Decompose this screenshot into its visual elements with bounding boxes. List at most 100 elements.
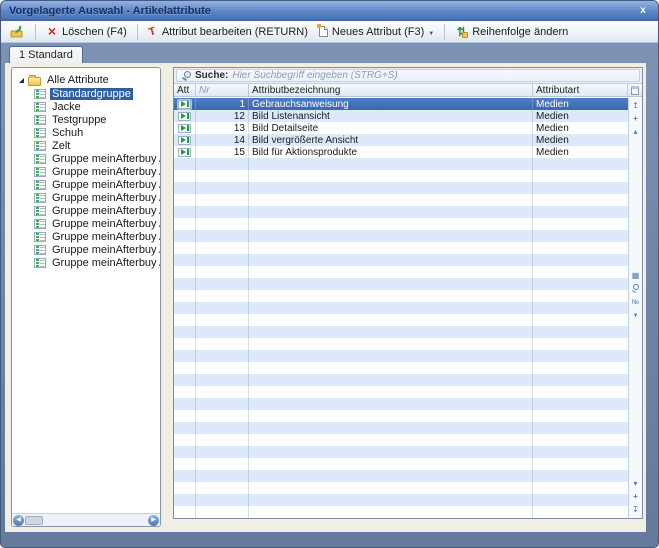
column-header-attributart[interactable]: Attributart — [533, 84, 628, 96]
search-input[interactable]: Suche: Hier Suchbegriff eingeben (STRG+S… — [176, 69, 640, 82]
tree-item[interactable]: Testgruppe — [12, 113, 160, 126]
table-row[interactable] — [174, 398, 628, 410]
tree-item[interactable]: Gruppe meinAfterbuy ART00073 — [12, 152, 160, 165]
table-row[interactable] — [174, 482, 628, 494]
attribute-type-cell — [174, 362, 196, 374]
table-row[interactable] — [174, 386, 628, 398]
scroll-to-top-icon[interactable] — [630, 100, 642, 112]
table-row[interactable] — [174, 266, 628, 278]
table-row[interactable] — [174, 254, 628, 266]
table-row[interactable]: 15Bild für AktionsprodukteMedien — [174, 146, 628, 158]
attribute-type-cell — [174, 434, 196, 446]
tree-item[interactable]: Jacke — [12, 100, 160, 113]
tree-item-label: Gruppe meinAfterbuy ART00082 — [50, 257, 160, 269]
attributbezeichnung-cell — [249, 278, 533, 290]
table-row[interactable]: 12Bild ListenansichtMedien — [174, 110, 628, 122]
attribute-type-cell — [174, 110, 196, 122]
scroll-to-bottom-icon[interactable] — [630, 504, 642, 516]
table-row[interactable] — [174, 434, 628, 446]
tree-item[interactable]: Standardgruppe — [12, 87, 160, 100]
scroll-drag-icon[interactable] — [630, 113, 642, 125]
table-row[interactable] — [174, 242, 628, 254]
nr-cell — [196, 470, 249, 482]
attributbezeichnung-cell — [249, 386, 533, 398]
new-attribute-button[interactable]: Neues Attribut (F3) — [315, 24, 438, 40]
select-columns-icon[interactable] — [630, 270, 642, 282]
scroll-down-icon[interactable] — [630, 478, 642, 490]
scroll-right-icon[interactable]: ▶ — [148, 515, 159, 526]
attributbezeichnung-cell — [249, 458, 533, 470]
table-row[interactable]: 14Bild vergrößerte AnsichtMedien — [174, 134, 628, 146]
tree-item[interactable]: Gruppe meinAfterbuy ART00079 — [12, 217, 160, 230]
attribute-type-cell — [174, 146, 196, 158]
tree-item[interactable]: Gruppe meinAfterbuy ART00082 — [12, 256, 160, 269]
tree-item[interactable]: Gruppe meinAfterbuy ART00075 — [12, 178, 160, 191]
table-row[interactable] — [174, 410, 628, 422]
nr-cell: 14 — [196, 134, 249, 146]
table-row[interactable] — [174, 158, 628, 170]
attribute-group-icon — [34, 232, 46, 242]
close-icon[interactable]: x — [636, 4, 650, 17]
table-row[interactable] — [174, 362, 628, 374]
tree-item[interactable]: Gruppe meinAfterbuy ART00078 — [12, 204, 160, 217]
tree-horizontal-scrollbar[interactable]: ◀ ▶ — [12, 513, 160, 526]
delete-x-icon — [46, 25, 58, 39]
table-row[interactable] — [174, 290, 628, 302]
table-row[interactable] — [174, 314, 628, 326]
nr-cell: 1 — [196, 98, 249, 110]
expander-icon[interactable] — [19, 78, 24, 83]
edit-attribute-button[interactable]: Attribut bearbeiten (RETURN) — [144, 24, 312, 40]
table-row[interactable] — [174, 326, 628, 338]
scroll-drag-icon[interactable] — [630, 491, 642, 503]
table-row[interactable] — [174, 458, 628, 470]
reorder-button[interactable]: Reihenfolge ändern — [451, 23, 572, 41]
media-icon — [178, 112, 191, 121]
table-row[interactable] — [174, 182, 628, 194]
table-row[interactable] — [174, 338, 628, 350]
table-row[interactable] — [174, 218, 628, 230]
table-row[interactable] — [174, 230, 628, 242]
table-row[interactable] — [174, 506, 628, 518]
dialog-window: Vorgelagerte Auswahl - Artikelattribute … — [0, 0, 659, 548]
table-row[interactable] — [174, 206, 628, 218]
attributart-cell — [533, 158, 628, 170]
row-number-icon[interactable] — [630, 296, 642, 308]
table-row[interactable] — [174, 494, 628, 506]
chevron-down-icon[interactable] — [428, 26, 434, 38]
column-header-attributbezeichnung[interactable]: Attributbezeichnung — [249, 84, 533, 96]
tree: Alle Attribute StandardgruppeJackeTestgr… — [12, 68, 160, 513]
scrollbar-thumb[interactable] — [25, 516, 43, 525]
tab-standard[interactable]: 1 Standard — [9, 46, 83, 63]
attributart-cell — [533, 278, 628, 290]
table-row[interactable]: 13Bild DetailseiteMedien — [174, 122, 628, 134]
table-row[interactable]: 1GebrauchsanweisungMedien — [174, 98, 628, 110]
column-chooser-button[interactable] — [628, 84, 642, 96]
table-row[interactable] — [174, 446, 628, 458]
delete-button[interactable]: Löschen (F4) — [42, 23, 131, 41]
table-row[interactable] — [174, 170, 628, 182]
zoom-icon[interactable] — [630, 283, 642, 295]
tree-item[interactable]: Zelt — [12, 139, 160, 152]
tree-root[interactable]: Alle Attribute — [12, 73, 160, 87]
table-row[interactable] — [174, 302, 628, 314]
table-row[interactable] — [174, 278, 628, 290]
column-header-nr[interactable]: Nr — [196, 84, 249, 96]
table-row[interactable] — [174, 470, 628, 482]
table-row[interactable] — [174, 422, 628, 434]
tree-item[interactable]: Gruppe meinAfterbuy ART00080 — [12, 230, 160, 243]
tree-item[interactable]: Gruppe meinAfterbuy ART00081 — [12, 243, 160, 256]
attributbezeichnung-cell — [249, 446, 533, 458]
import-button[interactable] — [5, 23, 29, 41]
column-header-att[interactable]: Att — [174, 84, 196, 96]
scroll-left-icon[interactable]: ◀ — [13, 515, 24, 526]
table-row[interactable] — [174, 374, 628, 386]
filter-icon[interactable] — [630, 309, 642, 321]
attributbezeichnung-cell — [249, 230, 533, 242]
table-row[interactable] — [174, 194, 628, 206]
tree-item[interactable]: Schuh — [12, 126, 160, 139]
tree-item[interactable]: Gruppe meinAfterbuy ART00076 — [12, 191, 160, 204]
grid-side-strip — [628, 98, 642, 518]
scroll-up-icon[interactable] — [630, 126, 642, 138]
table-row[interactable] — [174, 350, 628, 362]
tree-item[interactable]: Gruppe meinAfterbuy ART00074 — [12, 165, 160, 178]
